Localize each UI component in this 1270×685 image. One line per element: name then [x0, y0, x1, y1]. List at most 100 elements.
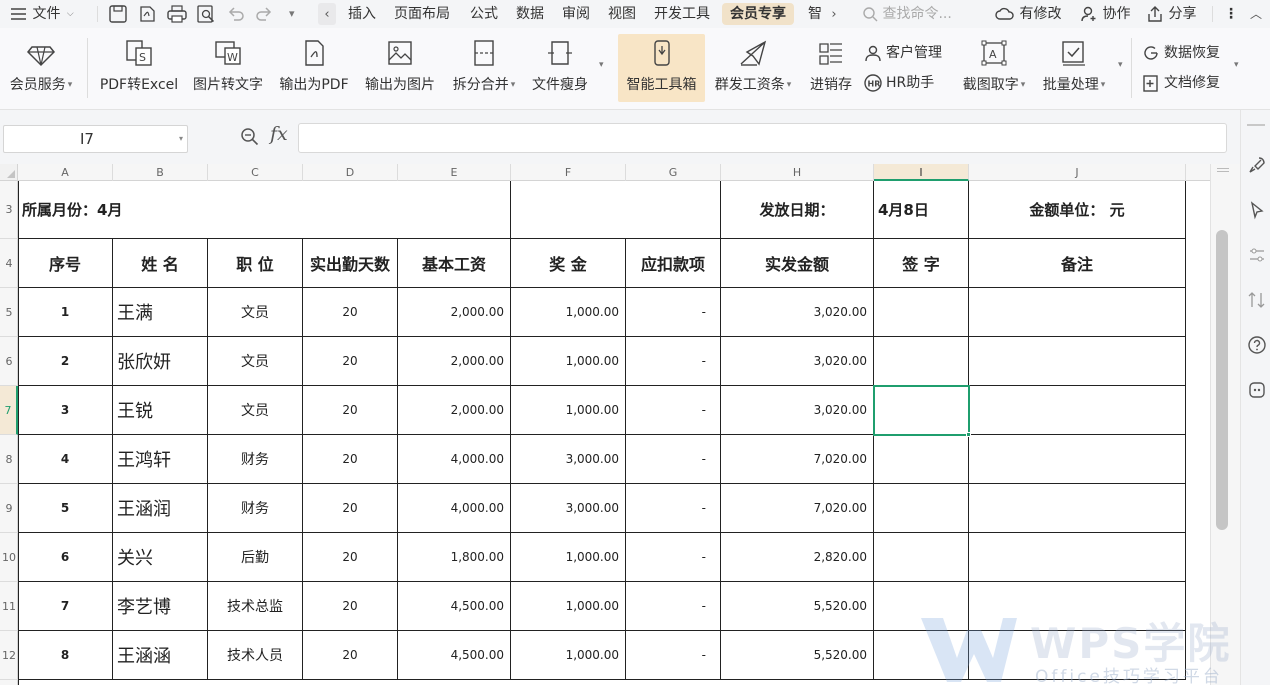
cell-b6[interactable]: 张欣妍: [113, 337, 208, 386]
cell-j12[interactable]: [969, 631, 1186, 680]
header-cell-d[interactable]: 实出勤天数: [303, 239, 398, 288]
cell-c11[interactable]: 技术总监: [208, 582, 303, 631]
tab-insert[interactable]: 插入: [345, 0, 379, 28]
data-recovery-button[interactable]: 数据恢复: [1142, 42, 1220, 64]
rocket-icon[interactable]: [1247, 155, 1267, 175]
export-image-button[interactable]: 输出为图片: [359, 34, 441, 102]
column-header-h[interactable]: H: [721, 164, 874, 181]
cell-g5[interactable]: -: [626, 288, 721, 337]
inventory-button[interactable]: 进销存: [805, 34, 857, 102]
cell-b11[interactable]: 李艺博: [113, 582, 208, 631]
file-menu[interactable]: 文件 ⌵: [10, 0, 74, 28]
cell-b10[interactable]: 关兴: [113, 533, 208, 582]
tab-review[interactable]: 审阅: [559, 0, 593, 28]
cell-b7[interactable]: 王锐: [113, 386, 208, 435]
cell-e7[interactable]: 2,000.00: [398, 386, 511, 435]
customer-management-button[interactable]: 客户管理: [864, 42, 942, 64]
batch-process-button[interactable]: 批量处理 ▾: [1036, 34, 1112, 102]
cell-i8[interactable]: [874, 435, 969, 484]
sliders-icon[interactable]: [1247, 245, 1267, 265]
row-header-12[interactable]: 12: [0, 631, 18, 680]
cell-h7[interactable]: 3,020.00: [721, 386, 874, 435]
tab-smart[interactable]: 智: [805, 0, 825, 28]
cell-d6[interactable]: 20: [303, 337, 398, 386]
cell-a8[interactable]: 4: [18, 435, 113, 484]
cell-f9[interactable]: 3,000.00: [511, 484, 626, 533]
name-box[interactable]: I7 ▾: [3, 125, 188, 153]
fill-handle[interactable]: [966, 432, 971, 437]
share-button[interactable]: 分享: [1146, 0, 1196, 28]
cell-j8[interactable]: [969, 435, 1186, 484]
cell-f6[interactable]: 1,000.00: [511, 337, 626, 386]
cell-e12[interactable]: 4,500.00: [398, 631, 511, 680]
cell-g12[interactable]: -: [626, 631, 721, 680]
cell-i10[interactable]: [874, 533, 969, 582]
insert-function-button[interactable]: fx: [270, 123, 288, 145]
cell-e6[interactable]: 2,000.00: [398, 337, 511, 386]
cell-a5[interactable]: 1: [18, 288, 113, 337]
cell-g9[interactable]: -: [626, 484, 721, 533]
cell-e8[interactable]: 4,000.00: [398, 435, 511, 484]
cell-e11[interactable]: 4,500.00: [398, 582, 511, 631]
column-header-j[interactable]: J: [969, 164, 1186, 181]
cell-b12[interactable]: 王涵涵: [113, 631, 208, 680]
screenshot-ocr-button[interactable]: A 截图取字 ▾: [955, 34, 1033, 102]
column-header-e[interactable]: E: [398, 164, 511, 181]
more-options-button[interactable]: ⋮: [1224, 0, 1238, 28]
cell-j10[interactable]: [969, 533, 1186, 582]
cell-i9[interactable]: [874, 484, 969, 533]
column-header-c[interactable]: C: [208, 164, 303, 181]
column-header-d[interactable]: D: [303, 164, 398, 181]
scrollbar-thumb[interactable]: [1216, 230, 1228, 530]
cell-a7[interactable]: 3: [18, 386, 113, 435]
cell-f12[interactable]: 1,000.00: [511, 631, 626, 680]
cell-h5[interactable]: 3,020.00: [721, 288, 874, 337]
tab-page-layout[interactable]: 页面布局: [391, 0, 453, 28]
cell-c10[interactable]: 后勤: [208, 533, 303, 582]
cell-g6[interactable]: -: [626, 337, 721, 386]
pay-date-cell[interactable]: 4月8日: [874, 181, 969, 239]
tabs-scroll-right-button[interactable]: ›: [826, 0, 842, 28]
cell-f3-g3[interactable]: [511, 181, 721, 239]
image-to-text-button[interactable]: W 图片转文字: [187, 34, 269, 102]
header-cell-a[interactable]: 序号: [18, 239, 113, 288]
tab-formula[interactable]: 公式: [467, 0, 501, 28]
header-cell-g[interactable]: 应扣款项: [626, 239, 721, 288]
column-header-a[interactable]: A: [18, 164, 113, 181]
smart-toolbox-button[interactable]: 智能工具箱: [618, 34, 705, 102]
row-header-10[interactable]: 10: [0, 533, 18, 582]
cell-g7[interactable]: -: [626, 386, 721, 435]
hr-assistant-button[interactable]: HR HR助手: [864, 72, 934, 94]
export-pdf-quick-button[interactable]: [137, 0, 157, 28]
cell-h11[interactable]: 5,520.00: [721, 582, 874, 631]
column-header-b[interactable]: B: [113, 164, 208, 181]
cell-h10[interactable]: 2,820.00: [721, 533, 874, 582]
scroll-menu-icon[interactable]: [1217, 168, 1229, 169]
cell-e9[interactable]: 4,000.00: [398, 484, 511, 533]
cell-g10[interactable]: -: [626, 533, 721, 582]
vertical-scrollbar[interactable]: [1210, 164, 1240, 685]
cell-d9[interactable]: 20: [303, 484, 398, 533]
ribbon-more-button-3[interactable]: ▾: [1232, 54, 1239, 76]
ribbon-more-button-2[interactable]: ▾: [1116, 54, 1123, 76]
command-search[interactable]: 查找命令...: [862, 0, 952, 28]
cell-b9[interactable]: 王涵润: [113, 484, 208, 533]
cell-i6[interactable]: [874, 337, 969, 386]
cell-i12[interactable]: [874, 631, 969, 680]
cell-d12[interactable]: 20: [303, 631, 398, 680]
header-cell-i[interactable]: 签 字: [874, 239, 969, 288]
cursor-icon[interactable]: [1247, 200, 1267, 220]
header-cell-c[interactable]: 职 位: [208, 239, 303, 288]
print-preview-button[interactable]: [196, 0, 216, 28]
column-header-i[interactable]: I: [874, 164, 969, 181]
member-service-button[interactable]: 会员服务 ▾: [3, 34, 79, 102]
header-cell-b[interactable]: 姓 名: [113, 239, 208, 288]
row-header-4[interactable]: 4: [0, 239, 18, 288]
cell-c12[interactable]: 技术人员: [208, 631, 303, 680]
cell-j9[interactable]: [969, 484, 1186, 533]
ribbon-more-button[interactable]: ▾: [597, 54, 604, 76]
cell-j6[interactable]: [969, 337, 1186, 386]
cell-j5[interactable]: [969, 288, 1186, 337]
amount-unit-cell[interactable]: 金额单位： 元: [969, 181, 1186, 239]
row-header-9[interactable]: 9: [0, 484, 18, 533]
